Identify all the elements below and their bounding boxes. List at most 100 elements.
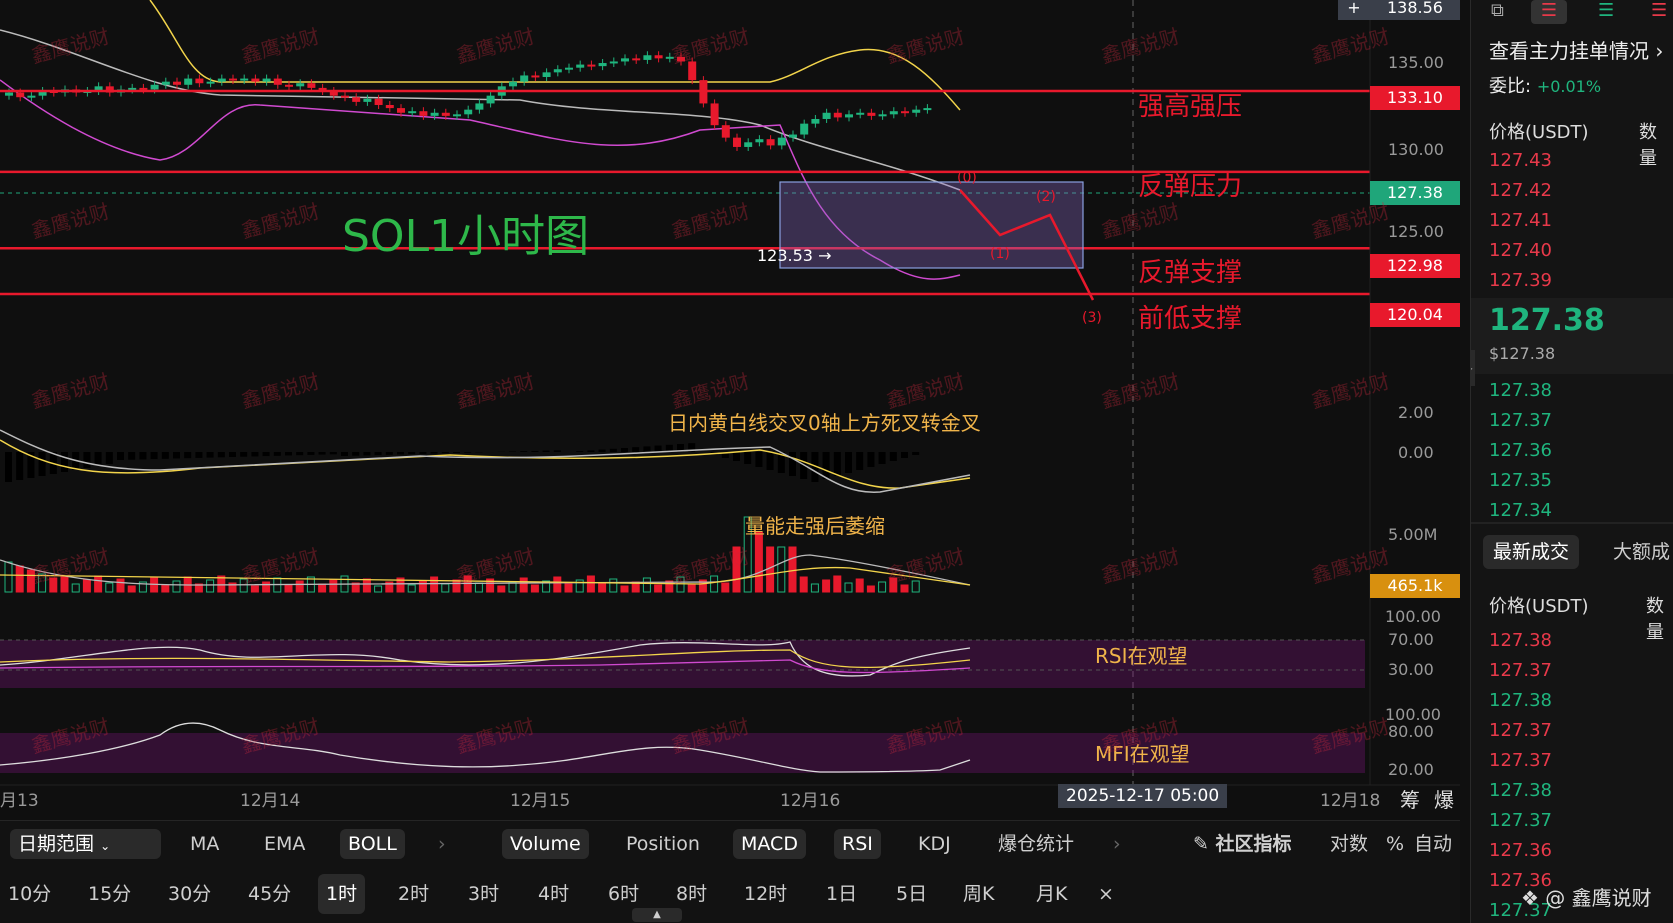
macd-bar [397,452,404,455]
timeframe-10m[interactable]: 10分 [0,874,59,914]
candle [889,111,898,115]
candle [464,109,473,115]
ask-price[interactable]: 127.40 [1489,240,1552,261]
bid-price[interactable]: 127.37 [1489,410,1552,431]
volume-bar [161,584,170,593]
macd-bar [16,452,24,480]
indicator-rsi[interactable]: RSI [834,829,881,859]
indicator-boll[interactable]: BOLL [340,829,405,859]
mfi-axis-tick: 80.00 [1388,722,1434,741]
volume-bar [553,576,562,593]
volume-bar [172,580,181,593]
volume-bar [262,581,271,593]
timeframe-2h[interactable]: 2时 [390,874,437,914]
chevron-right-icon[interactable]: › [430,829,454,859]
candle [688,61,697,81]
candle [385,104,394,109]
candle [553,69,562,73]
volume-bar [732,546,741,593]
order-book-title[interactable]: 查看主力挂单情况 › [1489,35,1663,64]
collapse-up-icon[interactable]: ▲ [632,908,682,922]
volume-bar [239,578,248,593]
auto-scale-toggle[interactable]: 自动 [1406,829,1460,859]
bid-price[interactable]: 127.36 [1489,440,1552,461]
liquidation-icon[interactable]: 爆 [1434,784,1454,813]
macd-bar [845,452,852,473]
close-icon[interactable]: × [1090,874,1122,914]
ask-price[interactable]: 127.43 [1489,150,1552,171]
candle [341,95,349,98]
candle [128,87,137,90]
ask-price[interactable]: 127.42 [1489,180,1552,201]
timeframe-week[interactable]: 周K [955,874,1002,914]
volume-bar [598,582,607,593]
indicator-position[interactable]: Position [618,829,708,859]
macd-bar [117,452,124,460]
footer-credit: ❖ @ 鑫鹰说财 [1521,882,1652,911]
candle [5,92,13,96]
timeframe-1h[interactable]: 1时 [318,874,366,914]
volume-bar [250,585,259,593]
timeframe-45m[interactable]: 45分 [240,874,299,914]
timeframe-30m[interactable]: 30分 [160,874,219,914]
candle [789,134,797,138]
indicator-ema[interactable]: EMA [256,829,313,859]
chevron-right-icon[interactable]: › [1105,829,1129,859]
trade-price: 127.36 [1489,840,1552,861]
chip-distribution-icon[interactable]: 筹 [1400,784,1420,813]
macd-bar [587,450,595,452]
candle [173,81,181,85]
indicator-macd[interactable]: MACD [733,829,806,859]
candle [777,137,786,146]
candle [251,78,260,82]
log-scale-toggle[interactable]: 对数 [1322,829,1376,859]
tab-latest-trades[interactable]: 最新成交 [1483,535,1580,569]
candle [16,92,25,98]
boll-mid-line [0,29,961,191]
ask-price[interactable]: 127.39 [1489,270,1552,291]
volume-bar [4,561,13,593]
macd-bar [150,452,158,460]
candle [206,81,215,84]
indicator-volume[interactable]: Volume [502,829,589,859]
timeframe-5d[interactable]: 5日 [888,874,935,914]
bid-price[interactable]: 127.34 [1489,500,1552,521]
book-bids-icon[interactable]: ☰ [1598,0,1614,21]
timeframe-4h[interactable]: 4时 [530,874,577,914]
level-price-badge: 120.04 [1370,303,1460,327]
bid-price[interactable]: 127.35 [1489,470,1552,491]
book-asks-icon[interactable]: ☰ [1651,0,1667,21]
candle [598,63,607,67]
volume-bar [620,585,629,593]
community-indicators-button[interactable]: ✎ 社区指标 [1185,829,1300,859]
volume-bar [105,582,114,593]
timeframe-1d[interactable]: 1日 [818,874,865,914]
bid-price[interactable]: 127.38 [1489,380,1552,401]
candle [587,64,596,67]
expand-panel-icon[interactable]: ▶ [1471,350,1475,386]
ask-price[interactable]: 127.41 [1489,210,1552,231]
candle [621,58,629,62]
indicator-kdj[interactable]: KDJ [910,829,959,859]
timeframe-3h[interactable]: 3时 [460,874,507,914]
candle [755,139,764,143]
indicator-liquidation[interactable]: 爆仓统计 [990,829,1082,859]
timeframe-month[interactable]: 月K [1028,874,1075,914]
level-label: 反弹支撑 [1138,258,1243,288]
low-marker: 123.53 → [757,246,832,265]
tab-large-trades[interactable]: 大额成 [1613,535,1670,569]
candle [161,81,170,85]
candle [531,75,540,78]
timeframe-15m[interactable]: 15分 [80,874,139,914]
price-axis-tick: 130.00 [1388,140,1444,159]
candle [139,87,148,90]
last-price: 127.38 [1489,303,1605,338]
chart-area[interactable]: + 138.56 135.00 130.00 125.00 133.10 127… [0,0,1460,820]
book-both-icon[interactable]: ☰ [1531,0,1567,24]
timeframe-toolbar: 10分 15分 30分 45分 1时 2时 3时 4时 6时 8时 12时 1日… [0,866,1460,923]
popout-icon[interactable]: ⧉ [1491,0,1504,21]
timeframe-12h[interactable]: 12时 [736,874,795,914]
crosshair-plus-icon[interactable]: + [1338,0,1370,20]
indicator-ma[interactable]: MA [182,829,227,859]
date-range-button[interactable]: 日期范围 ⌄ [10,829,161,859]
